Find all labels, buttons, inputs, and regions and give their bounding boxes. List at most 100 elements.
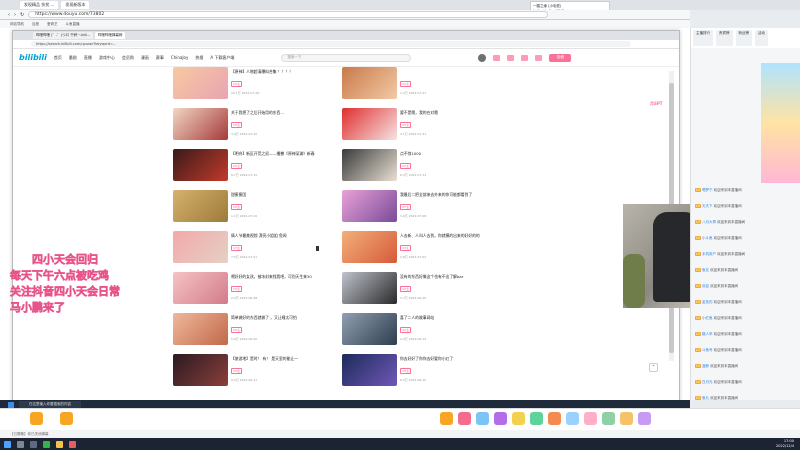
task-view-icon[interactable] xyxy=(30,440,37,448)
nav-home[interactable]: 首页 xyxy=(54,55,62,61)
video-thumbnail[interactable] xyxy=(342,149,397,181)
nav-live[interactable]: 直播 xyxy=(84,55,92,61)
forward-icon[interactable]: › xyxy=(14,12,16,18)
dynamic-icon[interactable] xyxy=(507,54,515,61)
video-title[interactable]: 关于我把了之后开始用的东西... xyxy=(231,110,336,115)
video-title[interactable]: 简单做好的东西就做了 ，又让睡太可怕 xyxy=(231,315,336,320)
bilibili-logo[interactable]: bilibili xyxy=(19,53,47,62)
video-thumbnail[interactable] xyxy=(342,231,397,263)
avatar[interactable] xyxy=(478,53,487,62)
nav-manga[interactable]: 漫画 xyxy=(141,55,149,61)
video-title[interactable]: 【原神】人物超清爆料合集 ！！！！ xyxy=(231,69,336,74)
video-title[interactable]: 人去新、人叫人去到，你就模的出来的好好的的 xyxy=(400,233,505,238)
chat-username[interactable]: 斗鱼号 xyxy=(702,348,714,352)
refresh-icon[interactable]: ↻ xyxy=(20,12,24,18)
right-video-card[interactable]: 人去新、人叫人去到，你就模的出来的好好的的 UP主 2.8万 2022-07-02 xyxy=(342,231,507,267)
app-icon[interactable] xyxy=(69,440,76,448)
gift-icon[interactable] xyxy=(512,412,525,425)
chat-username[interactable]: 小斗鱼 xyxy=(702,236,714,240)
badge-icon[interactable] xyxy=(60,412,73,425)
chat-username[interactable]: 欢迎 xyxy=(702,284,710,288)
gift-icon[interactable] xyxy=(548,412,561,425)
bookmark-4[interactable]: 斗鱼直播 xyxy=(66,22,80,27)
left-video-card[interactable]: 关于我把了之后开始用的东西... UP主 3.4万 2022-07-20 xyxy=(173,108,338,144)
inner-url-input[interactable]: https://search.bilibili.com/upuser?keywo… xyxy=(31,41,631,47)
chat-username[interactable]: 蓝鲸 xyxy=(702,364,710,368)
right-video-card[interactable]: 要不是嗯，我的在对嗯 UP主 4.1万 2022-07-21 xyxy=(342,108,507,144)
message-icon[interactable] xyxy=(493,54,501,61)
left-video-card[interactable]: 情人节最美视频 漂亮小姐姐 鱼闻 UP主 7.5万 2022-07-01 xyxy=(173,231,338,267)
video-thumbnail[interactable] xyxy=(342,313,397,345)
video-title[interactable]: 点不惊1000 xyxy=(400,151,505,156)
left-video-card[interactable]: 简单做好的东西就做了 ，又让睡太可怕 UP主 5.6万 2022-06-20 xyxy=(173,313,338,349)
gift-icon[interactable] xyxy=(566,412,579,425)
outer-tab-2[interactable]: 发现新版本 xyxy=(61,1,90,9)
chat-username[interactable]: 喝罗宁 xyxy=(702,188,714,192)
back-icon[interactable]: ‹ xyxy=(8,12,10,18)
chat-tab-fans[interactable]: 粉丝榜 xyxy=(735,30,752,46)
folder-icon[interactable] xyxy=(56,440,63,448)
video-thumbnail[interactable] xyxy=(342,354,397,386)
video-thumbnail[interactable] xyxy=(173,231,228,263)
chat-username[interactable]: 天天下 xyxy=(702,204,714,208)
chat-username[interactable]: 金色的 xyxy=(702,300,714,304)
history-icon[interactable] xyxy=(535,54,543,61)
chat-username[interactable]: 鱼友 xyxy=(702,268,710,272)
gift-icon[interactable] xyxy=(638,412,651,425)
gift-icon[interactable] xyxy=(440,412,453,425)
gift-icon[interactable] xyxy=(476,412,489,425)
left-video-card[interactable]: 【明舟】新区开荒之初——播撒《原神深渊》新春 UP主 8.7万 2022-07-15 xyxy=(173,149,338,185)
video-title[interactable]: 要不是嗯，我的在对嗯 xyxy=(400,110,505,115)
video-title[interactable]: 【旅游地】是时！ 有！ 是天里的能让一 xyxy=(231,356,336,361)
video-title[interactable]: 喂好好的女孩，被冰封来找我吧，可别天生来30 xyxy=(231,274,336,279)
nav-shop[interactable]: 会员购 xyxy=(122,55,134,61)
left-video-card[interactable]: 【旅游地】是时！ 有！ 是天里的能让一 UP主 9.9万 2022-06-11 xyxy=(173,354,338,390)
chat-tab-vip[interactable]: 贵宾榜 xyxy=(716,30,733,46)
chat-username[interactable]: 八月大哥 xyxy=(702,220,717,224)
gift-icon[interactable] xyxy=(458,412,471,425)
nav-esports[interactable]: 赛事 xyxy=(156,55,164,61)
right-video-card[interactable]: 你去好好了你你去好要你小红了 UP主 8.0万 2022-06-10 xyxy=(342,354,507,390)
video-thumbnail[interactable] xyxy=(342,190,397,222)
nav-anime[interactable]: 番剧 xyxy=(69,55,77,61)
search-icon[interactable] xyxy=(17,440,24,448)
video-thumbnail[interactable] xyxy=(173,67,228,99)
video-title[interactable]: 我最后二把全部来去外来的你可能都看到了 xyxy=(400,192,505,197)
chat-username[interactable]: 鱼丸 xyxy=(702,396,710,400)
nav-hot[interactable]: 热搜 xyxy=(195,55,203,61)
back-to-top-icon[interactable]: ⌃ xyxy=(649,363,658,372)
gift-icon[interactable] xyxy=(620,412,633,425)
video-thumbnail[interactable] xyxy=(173,313,228,345)
chat-username[interactable]: 小红鱼 xyxy=(702,316,714,320)
video-thumbnail[interactable] xyxy=(173,272,228,304)
bookmark-1[interactable]: 网站导航 xyxy=(10,22,24,27)
left-video-card[interactable]: 喂好好的女孩，被冰封来找我吧，可别天生来30 UP主 2.2万 2022-06-28 xyxy=(173,272,338,308)
video-thumbnail[interactable] xyxy=(173,190,228,222)
chat-promo-banner[interactable] xyxy=(761,63,800,183)
video-title[interactable]: 【明舟】新区开荒之初——播撒《原神深渊》新春 xyxy=(231,151,336,156)
video-title[interactable]: 情人节最美视频 漂亮小姐姐 鱼闻 xyxy=(231,233,336,238)
video-thumbnail[interactable] xyxy=(173,354,228,386)
inner-tab-2[interactable]: 哔哩哔哩弹幕网 xyxy=(94,32,126,39)
right-video-card[interactable]: 没有的东西好像这个也有不出了解bar UP主 1.7万 2022-06-26 xyxy=(342,272,507,308)
outer-tab-1[interactable]: 发现精品 扶贫 ... xyxy=(20,1,59,9)
bookmark-3[interactable]: 爱奇艺 xyxy=(47,22,58,27)
video-thumbnail[interactable] xyxy=(173,108,228,140)
start-icon[interactable] xyxy=(4,440,11,448)
left-video-card[interactable]: 【原神】人物超清爆料合集 ！！！！ UP主 16.1万 2022-07-28 xyxy=(173,67,338,103)
video-thumbnail[interactable] xyxy=(342,67,397,99)
video-title[interactable]: 喜了二人的故事网站 xyxy=(400,315,505,320)
video-title[interactable]: 甜蜜蜜团 xyxy=(231,192,336,197)
badge-icon[interactable] xyxy=(30,412,43,425)
right-video-card[interactable]: 点不惊1000 UP主 6.3万 2022-07-14 xyxy=(342,149,507,185)
chat-username[interactable]: 白月光 xyxy=(702,380,714,384)
bili-search-input[interactable]: 搜索一下 xyxy=(281,53,412,62)
gift-icon[interactable] xyxy=(530,412,543,425)
windows-icon[interactable] xyxy=(8,401,14,408)
video-thumbnail[interactable] xyxy=(342,108,397,140)
video-thumbnail[interactable] xyxy=(173,149,228,181)
bookmark-2[interactable]: 百度 xyxy=(32,22,39,27)
browser-icon[interactable] xyxy=(43,440,50,448)
chat-username[interactable]: 手机用户 xyxy=(702,252,717,256)
gift-icon[interactable] xyxy=(584,412,597,425)
